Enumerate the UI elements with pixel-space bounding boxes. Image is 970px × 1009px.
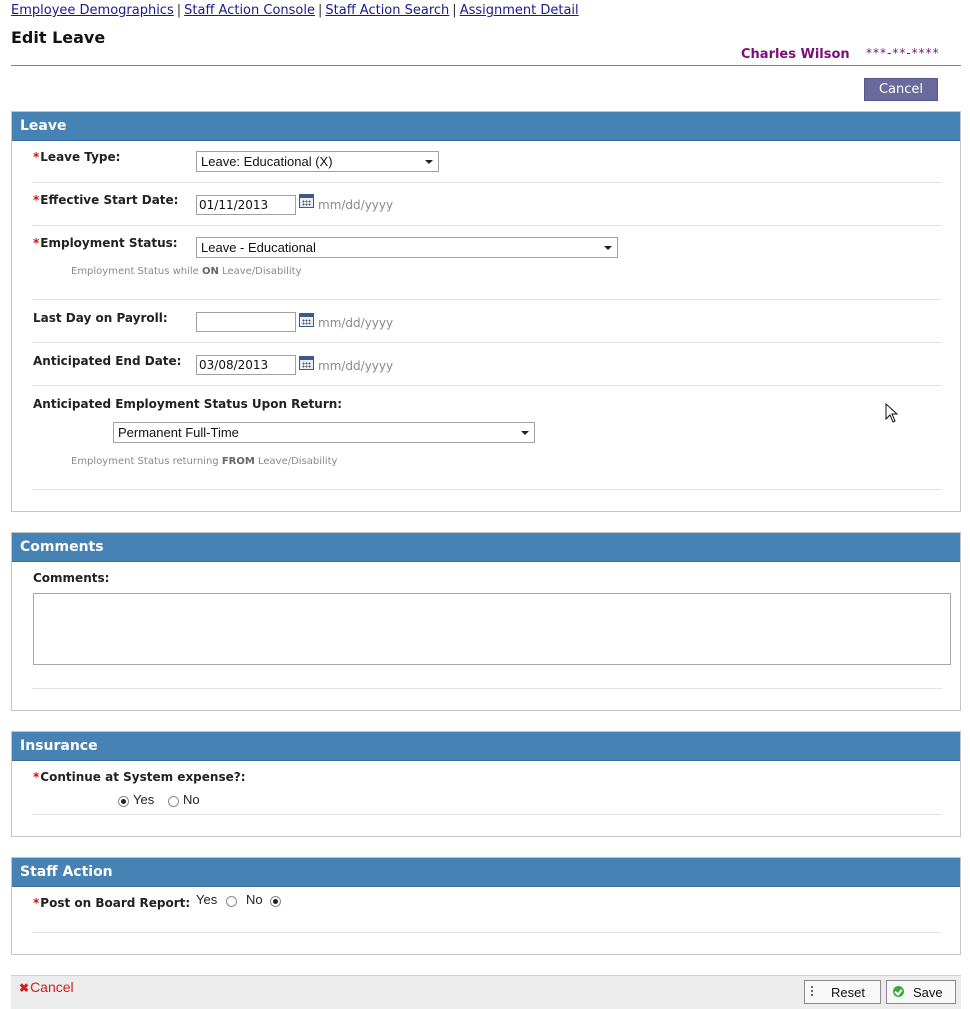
cancel-button-top[interactable]: Cancel (864, 78, 938, 101)
breadcrumb-staff-action-search[interactable]: Staff Action Search (325, 3, 449, 18)
row-divider (32, 182, 942, 183)
date-format-hint: mm/dd/yyyy (318, 359, 394, 373)
row-divider (32, 489, 942, 490)
leave-panel-header: Leave (12, 112, 960, 141)
date-format-hint: mm/dd/yyyy (318, 316, 394, 330)
leave-panel: Leave *Leave Type: Leave: Educational (X… (11, 111, 961, 512)
employment-status-select[interactable]: Leave - Educational (196, 237, 618, 258)
row-divider (32, 342, 942, 343)
chevron-down-icon (604, 246, 612, 250)
comments-textarea[interactable] (33, 593, 951, 665)
last-day-payroll-input[interactable] (196, 312, 296, 332)
return-status-hint: Employment Status returning FROM Leave/D… (71, 456, 338, 467)
insurance-panel: Insurance *Continue at System expense?: … (11, 731, 961, 837)
employment-status-label: *Employment Status: (33, 236, 178, 250)
return-status-select[interactable]: Permanent Full-Time (113, 422, 535, 443)
date-format-hint: mm/dd/yyyy (318, 198, 394, 212)
post-board-report-label: *Post on Board Report: (33, 896, 191, 910)
required-marker: * (33, 193, 40, 207)
staff-action-panel-header: Staff Action (12, 858, 960, 887)
breadcrumb-separator: | (317, 3, 323, 18)
breadcrumb: Employee Demographics | Staff Action Conso… (11, 3, 579, 18)
mouse-cursor-icon (885, 403, 899, 423)
leave-type-select[interactable]: Leave: Educational (X) (196, 151, 439, 172)
save-button[interactable]: Save (886, 980, 956, 1004)
effective-start-date-label: *Effective Start Date: (33, 193, 179, 207)
chevron-down-icon (425, 160, 433, 164)
close-icon: ✖ (19, 981, 30, 995)
leave-type-label: *Leave Type: (33, 150, 121, 164)
insurance-yes-radio[interactable] (118, 796, 129, 807)
reset-icon (811, 986, 817, 996)
board-no-label: No (246, 892, 263, 907)
board-yes-label: Yes (196, 892, 218, 907)
employment-status-hint: Employment Status while ON Leave/Disabil… (71, 266, 302, 277)
breadcrumb-employee-demographics[interactable]: Employee Demographics (11, 3, 174, 18)
row-divider (32, 932, 942, 933)
insurance-no-label: No (183, 792, 200, 807)
calendar-icon[interactable] (299, 313, 314, 327)
anticipated-end-date-input[interactable]: 03/08/2013 (196, 355, 296, 375)
return-status-label: Anticipated Employment Status Upon Retur… (33, 397, 343, 411)
calendar-icon[interactable] (299, 194, 314, 208)
row-divider (32, 385, 942, 386)
board-yes-radio[interactable] (226, 896, 237, 907)
reset-button[interactable]: Reset (804, 980, 881, 1004)
last-day-payroll-label: Last Day on Payroll: (33, 311, 168, 325)
staff-action-panel: Staff Action *Post on Board Report: Yes … (11, 857, 961, 955)
employee-ssn: ***-**-**** (866, 46, 940, 60)
form-footer: ✖Cancel Reset Save (11, 975, 961, 1009)
calendar-icon[interactable] (299, 356, 314, 370)
required-marker: * (33, 770, 40, 784)
comments-panel-header: Comments (12, 533, 960, 562)
row-divider (32, 225, 942, 226)
effective-start-date-input[interactable]: 01/11/2013 (196, 195, 296, 215)
row-divider (32, 299, 942, 300)
anticipated-end-date-label: Anticipated End Date: (33, 354, 182, 368)
cancel-link[interactable]: ✖Cancel (19, 979, 74, 995)
check-icon (893, 986, 904, 997)
comments-label: Comments: (33, 571, 110, 585)
required-marker: * (33, 236, 40, 250)
employee-name: Charles Wilson (741, 47, 850, 62)
comments-panel: Comments Comments: (11, 532, 961, 711)
continue-expense-label: *Continue at System expense?: (33, 770, 246, 784)
breadcrumb-staff-action-console[interactable]: Staff Action Console (184, 3, 315, 18)
row-divider (32, 814, 942, 815)
insurance-panel-header: Insurance (12, 732, 960, 761)
insurance-no-radio[interactable] (168, 796, 179, 807)
row-divider (32, 688, 942, 689)
board-no-radio[interactable] (270, 896, 281, 907)
required-marker: * (33, 150, 40, 164)
required-marker: * (33, 896, 40, 910)
breadcrumb-assignment-detail[interactable]: Assignment Detail (460, 3, 579, 18)
breadcrumb-separator: | (176, 3, 182, 18)
header-divider (11, 65, 961, 66)
chevron-down-icon (521, 431, 529, 435)
breadcrumb-separator: | (452, 3, 457, 18)
page-title: Edit Leave (11, 28, 106, 47)
insurance-yes-label: Yes (133, 792, 155, 807)
